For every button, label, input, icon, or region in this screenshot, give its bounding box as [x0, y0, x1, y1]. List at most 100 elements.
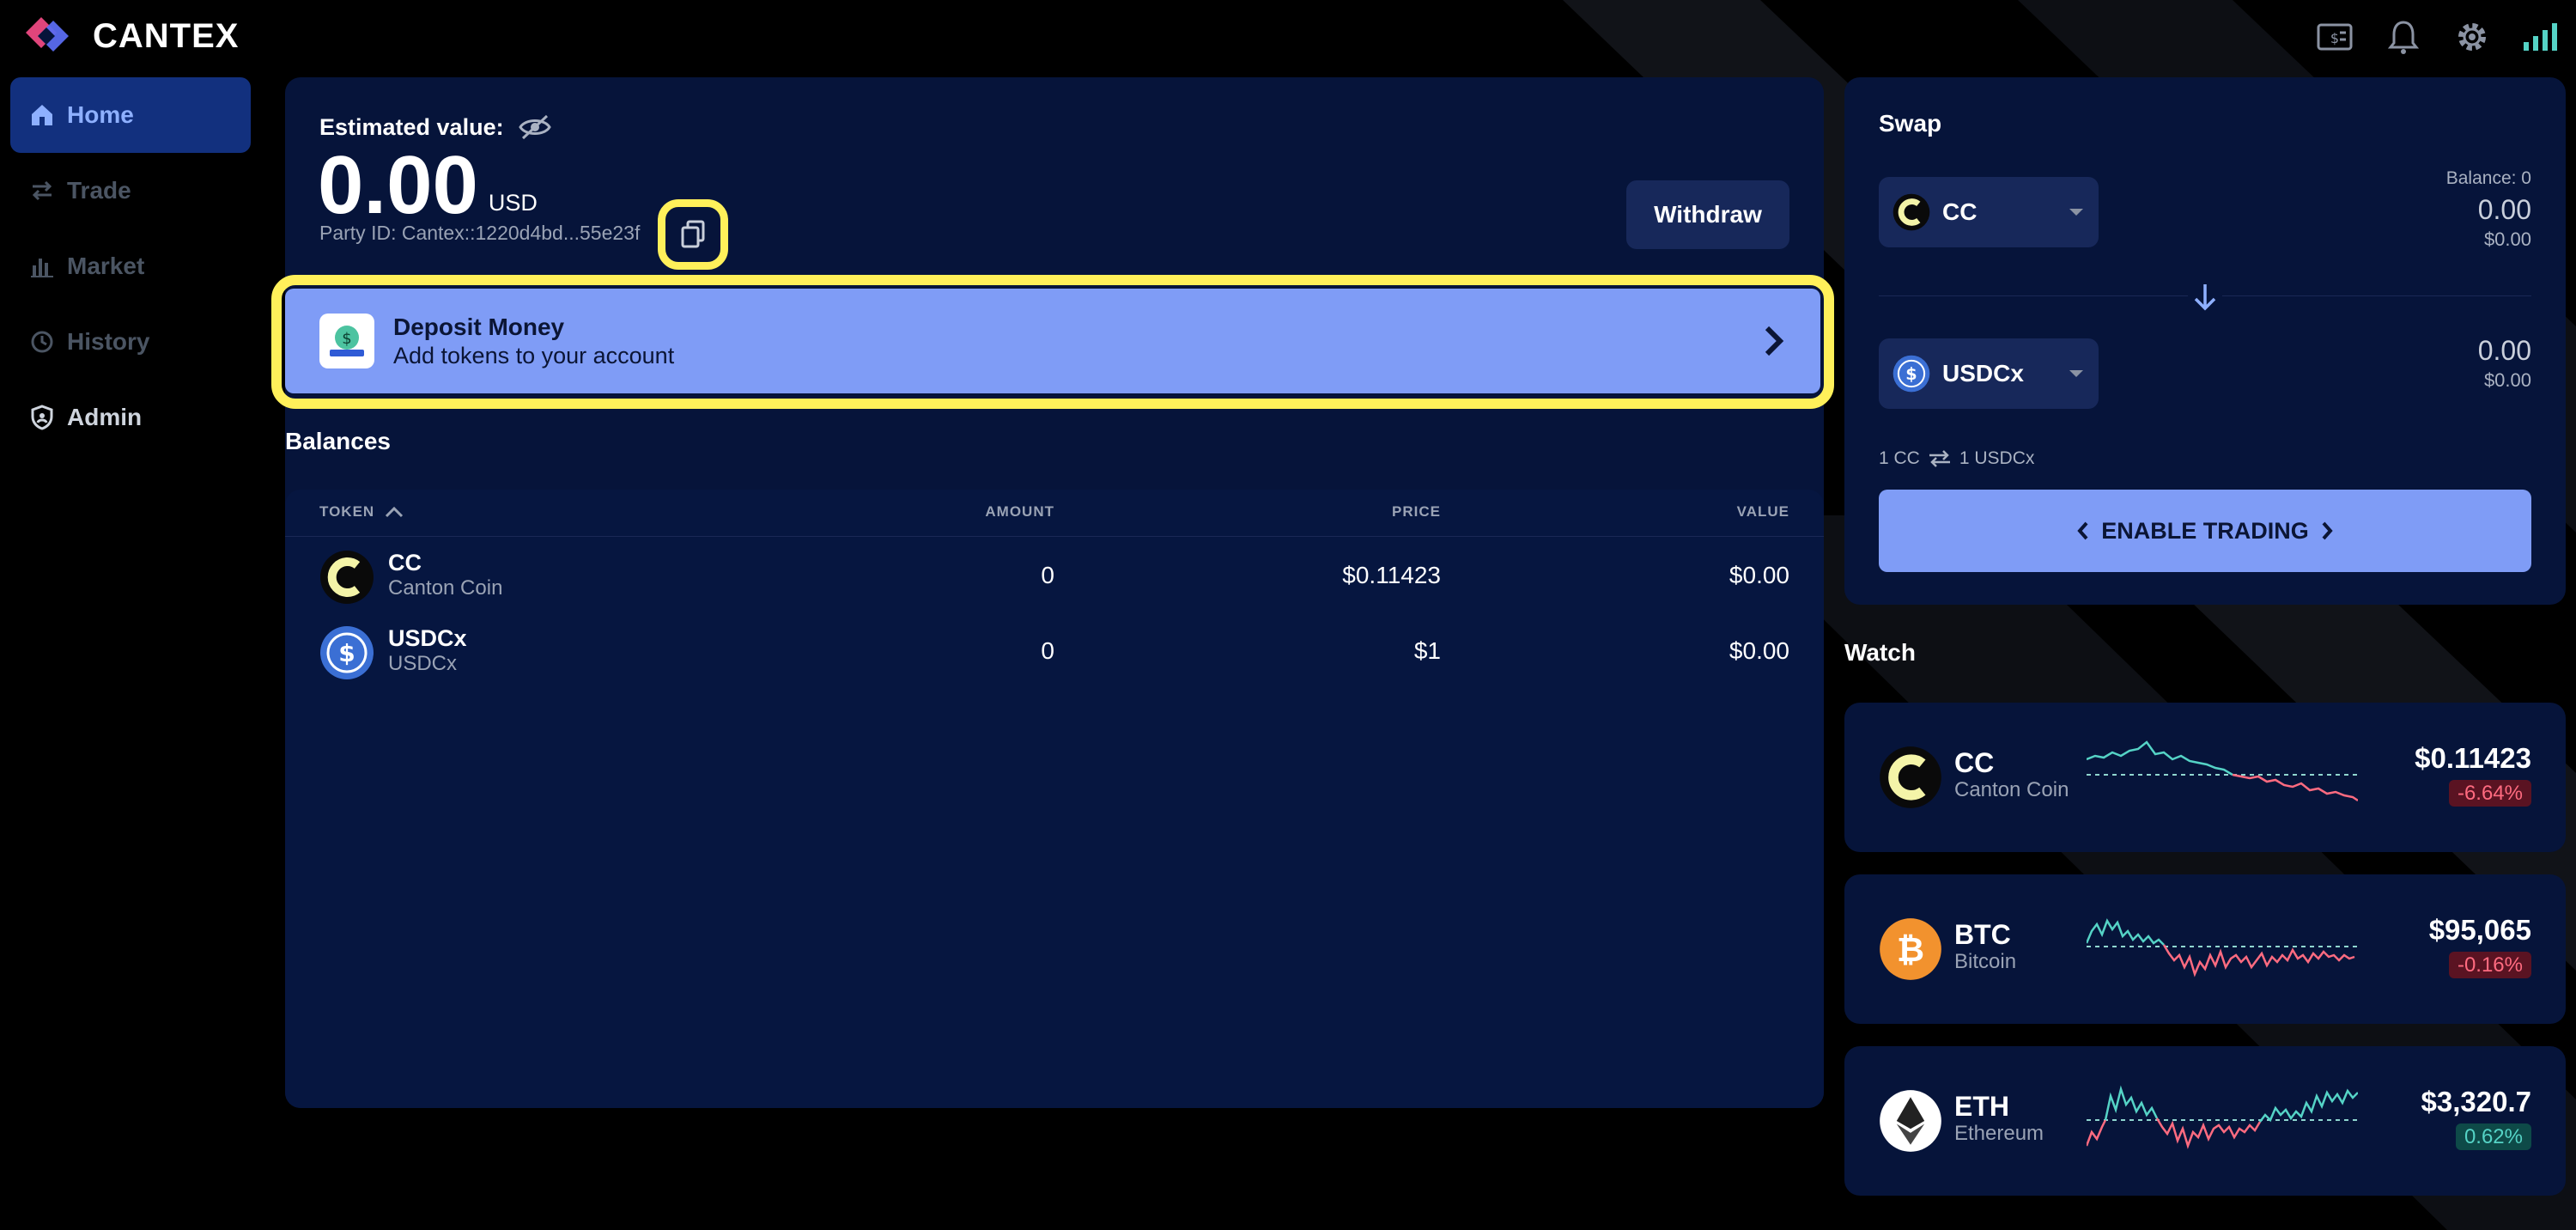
eye-off-icon[interactable]	[518, 113, 552, 141]
sidebar-item-label: History	[67, 328, 150, 355]
usdcx-token-icon: $	[1893, 355, 1930, 393]
watch-symbol: BTC	[1954, 919, 2011, 950]
watch-price: $0.11423	[2415, 742, 2531, 774]
column-header-value[interactable]: VALUE	[1594, 503, 1789, 521]
home-icon	[32, 105, 52, 125]
sidebar-item-history[interactable]: History	[10, 304, 251, 380]
chevron-right-icon	[1765, 326, 1784, 356]
copy-icon	[681, 220, 705, 248]
sidebar-item-label: Home	[67, 101, 134, 128]
token-amount: 0	[1041, 562, 1054, 588]
token-name: USDCx	[388, 652, 458, 675]
swap-from-token-label: CC	[1942, 198, 1978, 225]
withdraw-button[interactable]: Withdraw	[1626, 180, 1789, 249]
enable-trading-label: ENABLE TRADING	[2101, 517, 2309, 544]
table-row[interactable]: $ USDCx USDCx 0 $1 $0.00	[319, 625, 1789, 680]
swap-to-usd: $0.00	[2483, 369, 2531, 391]
watch-item-cc[interactable]: CC Canton Coin $0.11423 -6.64%	[1844, 703, 2566, 852]
column-header-label: TOKEN	[319, 503, 375, 520]
column-header-token[interactable]: TOKEN	[319, 503, 404, 521]
usdcx-token-icon: $	[320, 626, 374, 679]
watch-item-btc[interactable]: ₿ BTC Bitcoin $95,065 -0.16%	[1844, 874, 2566, 1024]
svg-text:₿: ₿	[1897, 931, 1924, 970]
swap-arrows-icon	[32, 180, 52, 201]
svg-text:$: $	[2330, 30, 2339, 46]
swap-from-balance: Balance: 0	[2445, 168, 2531, 188]
token-symbol: USDCx	[388, 625, 467, 651]
swap-direction-button[interactable]	[2188, 280, 2222, 314]
deposit-money-card[interactable]: $ Deposit Money Add tokens to your accou…	[285, 289, 1820, 393]
sidebar-item-admin[interactable]: Admin	[10, 380, 251, 455]
watch-item-eth[interactable]: ETH Ethereum $3,320.7 0.62%	[1844, 1046, 2566, 1196]
signal-icon[interactable]	[2521, 17, 2561, 57]
cc-token-icon	[1880, 746, 1941, 808]
table-header-divider	[285, 536, 1824, 537]
watch-change: -0.16%	[2448, 952, 2531, 978]
deposit-subtitle: Add tokens to your account	[393, 342, 675, 368]
deposit-icon: $	[319, 314, 374, 368]
watch-price: $3,320.7	[2421, 1086, 2531, 1117]
ticket-icon[interactable]: $	[2315, 17, 2354, 57]
swap-to-token-label: USDCx	[1942, 360, 2024, 387]
top-toolbar: $	[2315, 17, 2561, 57]
sidebar-item-home[interactable]: Home	[10, 77, 251, 153]
chevron-up-icon	[386, 506, 404, 518]
swap-from-usd: $0.00	[2483, 228, 2531, 250]
estimated-value-amount: 0.00	[318, 139, 478, 231]
watch-name: Bitcoin	[1954, 950, 2017, 973]
swap-title: Swap	[1879, 110, 1942, 137]
swap-from-amount[interactable]: 0.00	[2318, 194, 2531, 226]
token-name: Canton Coin	[388, 576, 503, 600]
swap-from-token-select[interactable]: CC	[1879, 177, 2099, 247]
svg-text:$: $	[338, 639, 355, 667]
token-value: $0.00	[1728, 562, 1789, 588]
sidebar-item-trade[interactable]: Trade	[10, 153, 251, 228]
history-icon	[31, 331, 53, 353]
copy-party-id-button[interactable]	[658, 199, 728, 270]
watch-change: -6.64%	[2448, 780, 2531, 807]
token-price: $1	[1413, 637, 1441, 664]
app-logo[interactable]: CANTEX	[24, 15, 239, 57]
svg-text:$: $	[342, 330, 351, 348]
estimated-value-label: Estimated value:	[319, 113, 552, 141]
watch-name: Canton Coin	[1954, 778, 2069, 801]
estimated-value: 0.00 USD	[318, 144, 538, 227]
eth-sparkline	[2087, 1085, 2358, 1149]
sidebar-item-market[interactable]: Market	[10, 228, 251, 304]
watch-symbol: ETH	[1954, 1091, 2009, 1122]
watch-price: $95,065	[2428, 914, 2531, 946]
deposit-title: Deposit Money	[393, 313, 565, 340]
btc-token-icon: ₿	[1880, 918, 1941, 980]
swap-to-token-select[interactable]: $ USDCx	[1879, 338, 2099, 409]
rate-from: 1 CC	[1879, 448, 1920, 468]
enable-trading-button[interactable]: ENABLE TRADING	[1879, 490, 2531, 572]
gear-icon[interactable]	[2452, 17, 2492, 57]
table-row[interactable]: CC Canton Coin 0 $0.11423 $0.00	[319, 550, 1789, 605]
column-header-price[interactable]: PRICE	[1245, 503, 1441, 521]
chevron-left-icon	[2077, 521, 2088, 540]
sidebar-item-label: Market	[67, 253, 145, 279]
swap-to-amount[interactable]: 0.00	[2318, 335, 2531, 367]
swap-arrows-icon	[1929, 450, 1950, 467]
sidebar-item-label: Trade	[67, 177, 131, 204]
btc-sparkline	[2087, 918, 2358, 977]
bell-icon[interactable]	[2384, 17, 2423, 57]
token-symbol: CC	[388, 550, 422, 575]
column-header-amount[interactable]: AMOUNT	[859, 503, 1054, 521]
chevron-right-icon	[2322, 521, 2333, 540]
cc-sparkline	[2087, 740, 2358, 802]
cantex-logo-icon	[26, 17, 69, 52]
watch-name: Ethereum	[1954, 1122, 2044, 1145]
cc-token-icon	[320, 551, 374, 604]
token-price: $0.11423	[1342, 562, 1441, 588]
currency-label: USD	[488, 190, 538, 216]
rate-to: 1 USDCx	[1959, 448, 2035, 468]
watch-symbol: CC	[1954, 747, 1995, 778]
token-value: $0.00	[1728, 637, 1789, 664]
sidebar-item-label: Admin	[67, 404, 143, 430]
bar-chart-icon	[31, 259, 53, 277]
swap-rate: 1 CC 1 USDCx	[1879, 448, 2034, 469]
caret-down-icon	[2069, 209, 2083, 216]
estimated-value-text: Estimated value:	[319, 113, 504, 140]
arrow-down-icon	[2194, 284, 2216, 311]
